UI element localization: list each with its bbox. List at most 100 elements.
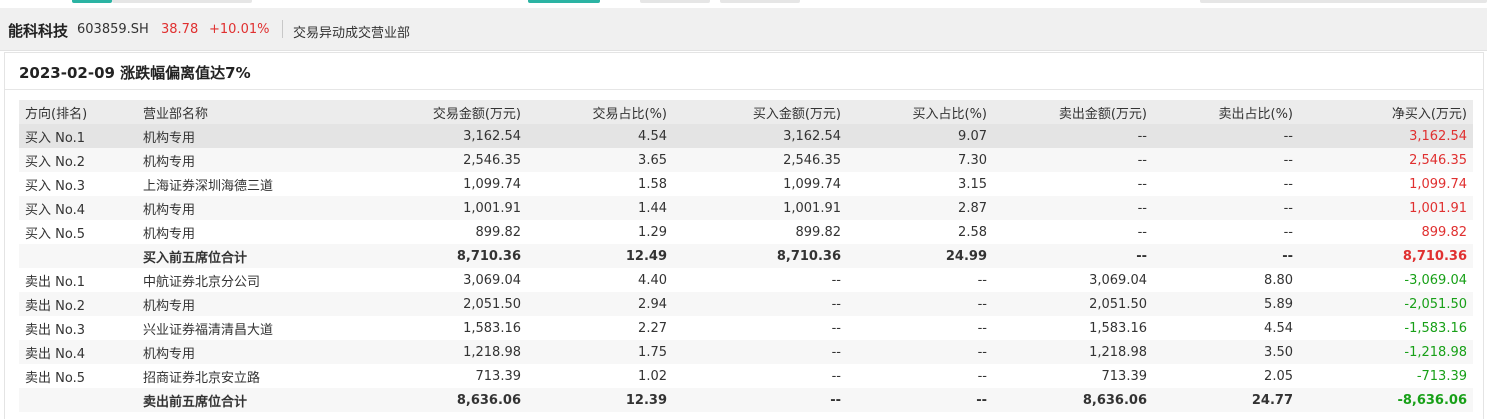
row-amount-pct: 1.44 [527,196,673,220]
row-rank: 卖出 No.1 [19,268,137,292]
row-rank: 买入 No.5 [19,220,137,244]
stock-name[interactable]: 能科科技 [8,20,68,41]
panel-divider [5,89,1483,90]
table-row[interactable]: 买入 No.3 上海证券深圳海德三道 1,099.74 1.58 1,099.74 3.1… [19,172,1473,196]
row-rank [19,388,137,412]
row-rank: 买入 No.2 [19,148,137,172]
table-row[interactable]: 卖出 No.3 兴业证券福清清昌大道 1,583.16 2.27 -- -- 1,583.1… [19,316,1473,340]
row-rank: 买入 No.3 [19,172,137,196]
row-sell-pct: 5.89 [1153,292,1299,316]
table-row[interactable]: 卖出 No.4 机构专用 1,218.98 1.75 -- -- 1,218.98 3.50-… [19,340,1473,364]
stock-price: 38.78 [161,22,199,37]
tab-indicator[interactable] [640,0,710,3]
stock-change-pct: +10.01% [209,22,270,37]
row-sell-pct: -- [1153,244,1299,268]
row-buy-amount: -- [673,316,847,340]
column-header-amount[interactable]: 交易金额(万元) [331,100,527,124]
column-header-branch[interactable]: 营业部名称 [137,100,331,124]
table-total-row[interactable]: 卖出前五席位合计 8,636.06 12.39 -- -- 8,636.06 24.77 -8… [19,388,1473,412]
row-branch-name: 机构专用 [137,340,331,364]
row-sell-amount: 1,218.98 [993,340,1153,364]
row-rank: 买入 No.1 [19,124,137,148]
row-amount-pct: 4.40 [527,268,673,292]
row-sell-pct: -- [1153,148,1299,172]
table-row[interactable]: 买入 No.5 机构专用 899.82 1.29 899.82 2.58 -- -- 899.8… [19,220,1473,244]
row-buy-amount: -- [673,388,847,412]
row-rank: 卖出 No.4 [19,340,137,364]
row-sell-amount: 3,069.04 [993,268,1153,292]
table-row[interactable]: 卖出 No.5 招商证券北京安立路 713.39 1.02 -- -- 713.39 2.05… [19,364,1473,388]
column-header-amount-pct[interactable]: 交易占比(%) [527,100,673,124]
row-amount: 2,546.35 [331,148,527,172]
row-amount: 3,162.54 [331,124,527,148]
row-net-buy: 1,001.91 [1299,196,1473,220]
row-sell-pct: -- [1153,220,1299,244]
row-amount: 713.39 [331,364,527,388]
row-amount: 8,636.06 [331,388,527,412]
column-header-net[interactable]: 净买入(万元) [1299,100,1473,124]
tab-indicator[interactable] [112,0,252,3]
table-row[interactable]: 买入 No.4 机构专用 1,001.91 1.44 1,001.91 2.87 -- -- 1… [19,196,1473,220]
row-branch-name: 机构专用 [137,196,331,220]
row-buy-amount: 899.82 [673,220,847,244]
table-row[interactable]: 卖出 No.1 中航证券北京分公司 3,069.04 4.40 -- -- 3,069.04… [19,268,1473,292]
table-header-row: 方向(排名) 营业部名称 交易金额(万元) 交易占比(%) 买入金额(万元) 买… [19,100,1473,124]
column-header-sell-pct[interactable]: 卖出占比(%) [1153,100,1299,124]
row-buy-amount: 3,162.54 [673,124,847,148]
dragon-tiger-panel: 2023-02-09 涨跌幅偏离值达7% 方向(排名) 营业部名称 交易金额(万… [4,52,1484,419]
row-sell-amount: -- [993,196,1153,220]
row-buy-amount: -- [673,292,847,316]
table-row[interactable]: 买入 No.1 机构专用 3,162.54 4.54 3,162.54 9.07 -- -- 3… [19,124,1473,148]
row-branch-name: 买入前五席位合计 [137,244,331,268]
row-sell-pct: 8.80 [1153,268,1299,292]
row-net-buy: -2,051.50 [1299,292,1473,316]
row-amount: 1,099.74 [331,172,527,196]
row-branch-name: 机构专用 [137,292,331,316]
row-net-buy: -8,636.06 [1299,388,1473,412]
row-rank: 买入 No.4 [19,196,137,220]
row-amount-pct: 12.49 [527,244,673,268]
row-sell-amount: -- [993,244,1153,268]
row-amount-pct: 1.75 [527,340,673,364]
column-header-buy-pct[interactable]: 买入占比(%) [847,100,993,124]
tab-indicator[interactable] [1200,0,1487,3]
row-rank: 卖出 No.3 [19,316,137,340]
row-sell-amount: 1,583.16 [993,316,1153,340]
row-buy-pct: -- [847,316,993,340]
row-net-buy: 899.82 [1299,220,1473,244]
row-amount-pct: 3.65 [527,148,673,172]
row-sell-pct: 2.05 [1153,364,1299,388]
row-branch-name: 招商证券北京安立路 [137,364,331,388]
row-sell-amount: -- [993,220,1153,244]
row-net-buy: -1,218.98 [1299,340,1473,364]
table-row[interactable]: 卖出 No.2 机构专用 2,051.50 2.94 -- -- 2,051.50 5.89-… [19,292,1473,316]
column-header-sell[interactable]: 卖出金额(万元) [993,100,1153,124]
tab-indicator[interactable] [528,0,600,3]
column-header-buy[interactable]: 买入金额(万元) [673,100,847,124]
row-buy-pct: 9.07 [847,124,993,148]
row-buy-pct: 2.87 [847,196,993,220]
table-row[interactable]: 买入 No.2 机构专用 2,546.35 3.65 2,546.35 7.30 -- -- 2… [19,148,1473,172]
row-sell-amount: 8,636.06 [993,388,1153,412]
row-amount-pct: 12.39 [527,388,673,412]
row-buy-pct: 2.58 [847,220,993,244]
column-header-rank[interactable]: 方向(排名) [19,100,137,124]
row-branch-name: 中航证券北京分公司 [137,268,331,292]
row-net-buy: 2,546.35 [1299,148,1473,172]
row-buy-amount: 1,001.91 [673,196,847,220]
table-total-row[interactable]: 买入前五席位合计 8,710.36 12.49 8,710.36 24.99 -- -- 8,… [19,244,1473,268]
row-sell-amount: -- [993,124,1153,148]
row-net-buy: 1,099.74 [1299,172,1473,196]
row-buy-amount: -- [673,268,847,292]
row-buy-amount: 8,710.36 [673,244,847,268]
row-amount: 2,051.50 [331,292,527,316]
row-branch-name: 兴业证券福清清昌大道 [137,316,331,340]
row-buy-amount: 1,099.74 [673,172,847,196]
row-sell-amount: -- [993,148,1153,172]
row-sell-pct: 24.77 [1153,388,1299,412]
tab-indicator[interactable] [720,0,800,3]
row-amount-pct: 1.29 [527,220,673,244]
row-net-buy: -3,069.04 [1299,268,1473,292]
row-buy-pct: -- [847,268,993,292]
tab-indicator[interactable] [72,0,112,3]
